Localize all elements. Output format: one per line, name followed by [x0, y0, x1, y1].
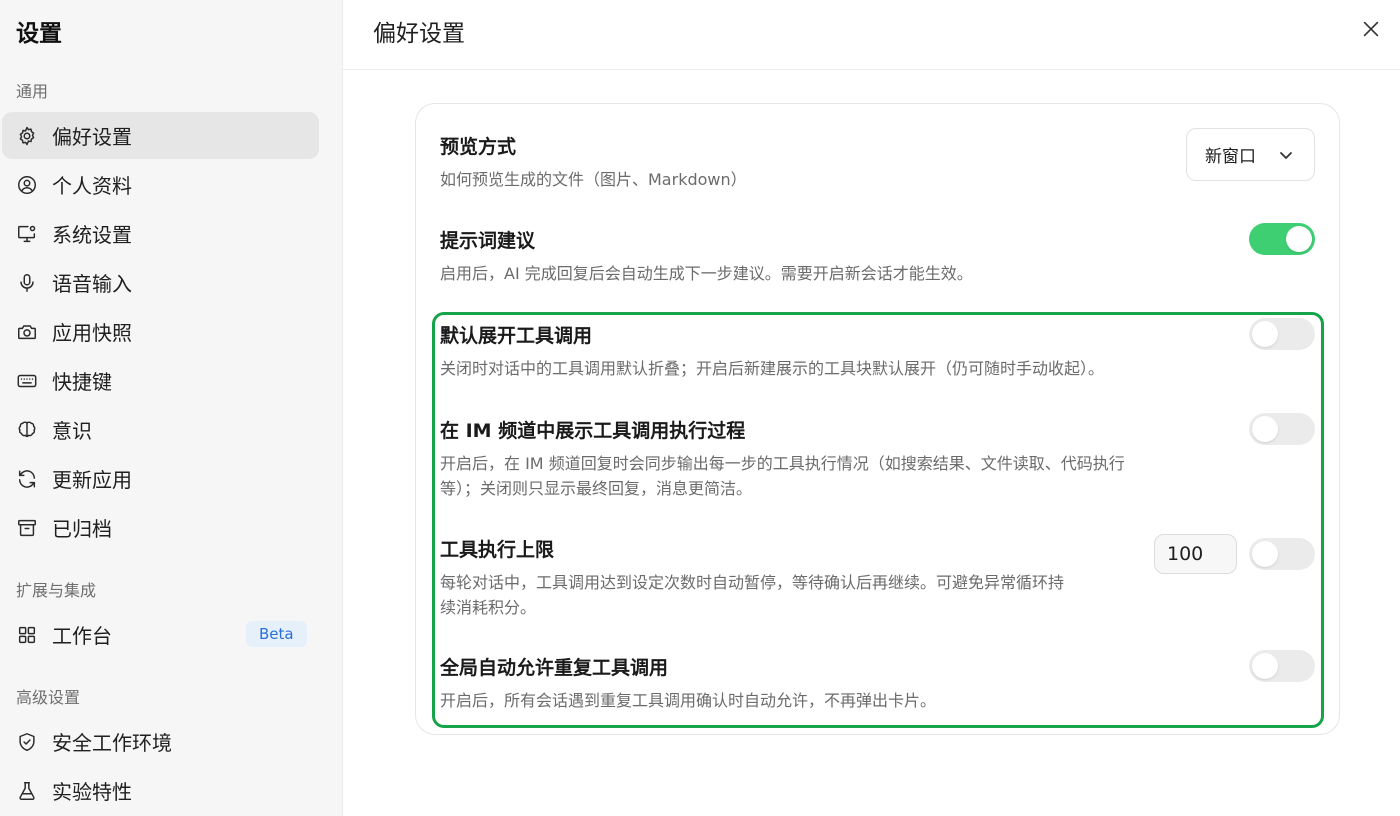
- sidebar-item-update-app[interactable]: 更新应用: [2, 455, 319, 502]
- setting-desc: 开启后，所有会话遇到重复工具调用确认时自动允许，不再弹出卡片。: [440, 691, 937, 710]
- expand-tool-calls-toggle[interactable]: [1249, 318, 1315, 350]
- setting-title: 提示词建议: [440, 230, 536, 252]
- setting-expand-tool-calls: 默认展开工具调用 关闭时对话中的工具调用默认折叠；开启后新建展示的工具块默认展开…: [440, 321, 1104, 381]
- user-circle-icon: [16, 174, 38, 196]
- close-icon: [1360, 21, 1382, 44]
- sidebar-item-label: 实验特性: [52, 780, 132, 804]
- gear-icon: [16, 125, 38, 147]
- flask-icon: [16, 780, 38, 802]
- sidebar-item-archived[interactable]: 已归档: [2, 504, 319, 551]
- setting-title: 工具执行上限: [440, 539, 555, 561]
- setting-desc: 关闭时对话中的工具调用默认折叠；开启后新建展示的工具块默认展开（仍可随时手动收起…: [440, 359, 1105, 378]
- setting-desc-line: 续消耗积分。: [440, 598, 537, 617]
- sidebar-item-app-snapshot[interactable]: 应用快照: [2, 308, 319, 355]
- beta-badge: Beta: [246, 621, 307, 647]
- im-tool-process-toggle[interactable]: [1249, 413, 1315, 445]
- settings-sidebar: 设置 通用 偏好设置 个人资料 系统设置 语音输入 应用快照 快捷键 意识 更新…: [0, 0, 343, 816]
- section-label-advanced: 高级设置: [16, 688, 81, 707]
- setting-prompt-suggestions: 提示词建议 启用后，AI 完成回复后会自动生成下一步建议。需要开启新会话才能生效…: [440, 226, 973, 286]
- brain-icon: [16, 419, 38, 441]
- setting-preview-mode: 预览方式 如何预览生成的文件（图片、Markdown）: [440, 132, 747, 192]
- grid-icon: [16, 624, 38, 646]
- sidebar-item-preferences[interactable]: 偏好设置: [2, 112, 319, 159]
- prompt-suggestions-toggle[interactable]: [1249, 223, 1315, 255]
- setting-desc: 如何预览生成的文件（图片、Markdown）: [440, 170, 747, 189]
- toggle-knob: [1252, 321, 1278, 347]
- sidebar-item-experimental[interactable]: 实验特性: [2, 767, 319, 814]
- setting-im-tool-process: 在 IM 频道中展示工具调用执行过程 开启后，在 IM 频道回复时会同步输出每一…: [440, 416, 1125, 501]
- sidebar-item-label: 偏好设置: [52, 125, 132, 149]
- sidebar-item-label: 安全工作环境: [52, 731, 172, 755]
- setting-title: 默认展开工具调用: [440, 325, 593, 347]
- section-label-extensions: 扩展与集成: [16, 581, 97, 600]
- section-label-general: 通用: [16, 82, 49, 101]
- sidebar-item-voice-input[interactable]: 语音输入: [2, 259, 319, 306]
- tool-limit-toggle[interactable]: [1249, 538, 1315, 570]
- preferences-card: 预览方式 如何预览生成的文件（图片、Markdown） 新窗口 提示词建议 启用…: [415, 103, 1340, 735]
- sidebar-item-label: 意识: [52, 419, 92, 443]
- sidebar-title: 设置: [16, 21, 62, 47]
- toggle-knob: [1252, 416, 1278, 442]
- page-title: 偏好设置: [373, 21, 465, 47]
- sidebar-item-label: 系统设置: [52, 223, 132, 247]
- shield-icon: [16, 731, 38, 753]
- setting-desc-line: 每轮对话中，工具调用达到设定次数时自动暂停，等待确认后再继续。可避免异常循环持: [440, 573, 1065, 592]
- auto-allow-repeat-toggle[interactable]: [1249, 650, 1315, 682]
- setting-title: 预览方式: [440, 136, 517, 158]
- setting-auto-allow-repeat: 全局自动允许重复工具调用 开启后，所有会话遇到重复工具调用确认时自动允许，不再弹…: [440, 653, 936, 713]
- sidebar-item-label: 已归档: [52, 517, 112, 541]
- refresh-icon: [16, 468, 38, 490]
- sidebar-item-label: 语音输入: [52, 272, 132, 296]
- select-value: 新窗口: [1205, 147, 1256, 167]
- sidebar-item-profile[interactable]: 个人资料: [2, 161, 319, 208]
- toggle-knob: [1286, 226, 1312, 252]
- keyboard-icon: [16, 370, 38, 392]
- sidebar-item-system[interactable]: 系统设置: [2, 210, 319, 257]
- setting-tool-limit: 工具执行上限 每轮对话中，工具调用达到设定次数时自动暂停，等待确认后再继续。可避…: [440, 535, 1064, 620]
- setting-desc: 启用后，AI 完成回复后会自动生成下一步建议。需要开启新会话才能生效。: [440, 264, 973, 283]
- sidebar-item-label: 应用快照: [52, 321, 132, 345]
- settings-main: 偏好设置 预览方式 如何预览生成的文件（图片、Markdown） 新窗口 提示词…: [343, 0, 1400, 816]
- sidebar-item-consciousness[interactable]: 意识: [2, 406, 319, 453]
- preview-mode-select[interactable]: 新窗口: [1186, 128, 1315, 181]
- microphone-icon: [16, 272, 38, 294]
- sidebar-item-workbench[interactable]: 工作台 Beta: [2, 611, 319, 658]
- toggle-knob: [1252, 653, 1278, 679]
- close-button[interactable]: [1360, 18, 1382, 40]
- sidebar-item-secure-workspace[interactable]: 安全工作环境: [2, 718, 319, 765]
- setting-title: 在 IM 频道中展示工具调用执行过程: [440, 420, 746, 442]
- setting-title: 全局自动允许重复工具调用: [440, 657, 669, 679]
- settings-window: 设置 通用 偏好设置 个人资料 系统设置 语音输入 应用快照 快捷键 意识 更新…: [0, 0, 1400, 816]
- monitor-settings-icon: [16, 223, 38, 245]
- tool-limit-input[interactable]: 100: [1154, 534, 1237, 574]
- sidebar-item-label: 更新应用: [52, 468, 132, 492]
- main-header: 偏好设置: [343, 0, 1400, 70]
- chevron-down-icon: [1278, 147, 1294, 163]
- toggle-knob: [1252, 541, 1278, 567]
- setting-desc-line: 等）；关闭则只显示最终回复，消息更简洁。: [440, 479, 753, 498]
- sidebar-item-label: 个人资料: [52, 174, 132, 198]
- sidebar-item-label: 工作台: [52, 624, 112, 648]
- sidebar-item-label: 快捷键: [52, 370, 112, 394]
- camera-icon: [16, 321, 38, 343]
- sidebar-item-shortcuts[interactable]: 快捷键: [2, 357, 319, 404]
- archive-icon: [16, 517, 38, 539]
- setting-desc-line: 开启后，在 IM 频道回复时会同步输出每一步的工具执行情况（如搜索结果、文件读取…: [440, 454, 1125, 473]
